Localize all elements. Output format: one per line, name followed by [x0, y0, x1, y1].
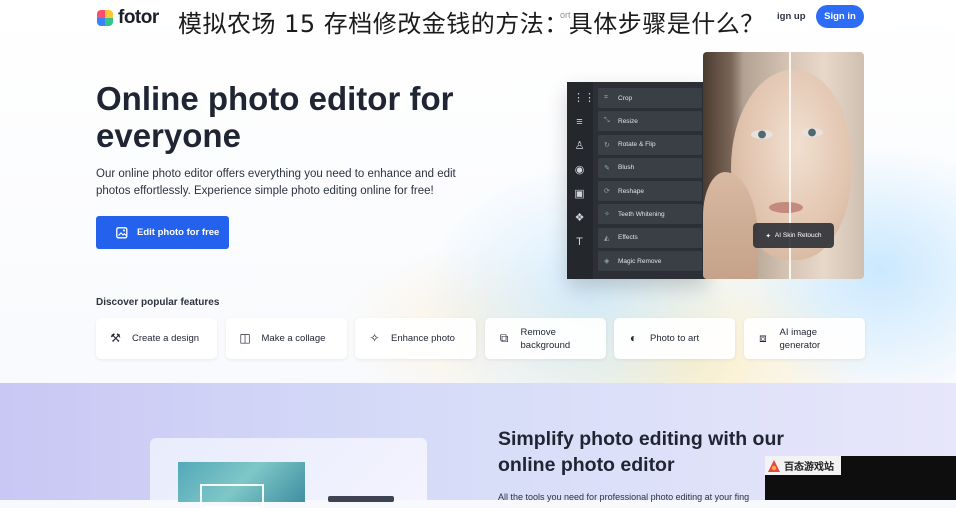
- feature-label: Create a design: [132, 333, 200, 344]
- editor-tool-column: ⋮⋮ ≡ ♙ ◉ ▣ ❖ T: [567, 82, 595, 279]
- art-icon: ◐: [629, 331, 638, 345]
- feature-label: AI image generator: [779, 326, 821, 351]
- eraser-icon: ◈: [604, 258, 610, 266]
- feature-label: Photo to art: [650, 333, 700, 344]
- feature-label: Remove background: [520, 326, 571, 351]
- features-row: ⚒ Create a design ◫ Make a collage ✧ Enh…: [96, 318, 865, 359]
- sparkle-icon: ✧: [604, 211, 610, 219]
- feature-label: Enhance photo: [391, 333, 455, 344]
- feature-photo-to-art[interactable]: ◐ Photo to art: [614, 318, 735, 359]
- remove-bg-icon: ⧉: [499, 331, 509, 345]
- retouch-label: AI Skin Retouch: [774, 232, 822, 239]
- eye-icon[interactable]: ◉: [573, 164, 586, 177]
- elements-icon[interactable]: ❖: [573, 212, 586, 225]
- edit-photo-button[interactable]: Edit photo for free: [96, 216, 229, 249]
- menu-item-teeth-whitening[interactable]: ✧ Teeth Whitening: [598, 204, 702, 225]
- menu-item-rotate-flip[interactable]: ↻ Rotate & Flip: [598, 134, 702, 155]
- logo-text: fotor: [118, 7, 159, 28]
- rotate-icon: ↻: [604, 141, 610, 149]
- crop-icon: ⌗: [604, 94, 608, 101]
- menu-item-label: Teeth Whitening: [618, 210, 665, 218]
- feature-ai-image-generator[interactable]: ⧈ AI image generator: [743, 318, 865, 359]
- feature-create-design[interactable]: ⚒ Create a design: [96, 318, 217, 359]
- text-icon[interactable]: T: [573, 236, 586, 249]
- adjust-icon[interactable]: ≡: [573, 116, 586, 129]
- lower-description: All the tools you need for professional …: [498, 492, 750, 502]
- beauty-icon[interactable]: ♙: [573, 140, 586, 153]
- hero-description: Our online photo editor offers everythin…: [96, 168, 456, 197]
- menu-item-crop[interactable]: ⌗ Crop: [598, 88, 702, 108]
- menu-item-blush[interactable]: ✎ Blush: [598, 157, 702, 178]
- watermark-logo-icon: [768, 459, 780, 472]
- blush-icon: ✎: [604, 164, 610, 172]
- watermark-badge: 百态游戏站: [765, 456, 841, 475]
- feature-make-collage[interactable]: ◫ Make a collage: [225, 318, 347, 359]
- fotor-logo[interactable]: fotor: [97, 7, 159, 29]
- ai-icon: ✦: [765, 232, 771, 240]
- menu-item-label: Magic Remove: [618, 257, 662, 265]
- lower-preview-image: [150, 438, 427, 508]
- feature-remove-background[interactable]: ⧉ Remove background: [484, 318, 606, 359]
- editor-panel: ⋮⋮ ≡ ♙ ◉ ▣ ❖ T ⌗ Crop ⤡ Resize ↻ Rotate & F…: [567, 82, 707, 279]
- magic-wand-icon: ⚒: [110, 331, 121, 345]
- fotor-logo-icon: [97, 10, 113, 26]
- menu-item-resize[interactable]: ⤡ Resize: [598, 111, 702, 132]
- enhance-icon: ✧: [369, 331, 380, 345]
- ai-skin-retouch-badge[interactable]: ✦ AI Skin Retouch: [753, 223, 834, 248]
- effects-icon: ◭: [604, 234, 610, 242]
- menu-item-label: Reshape: [618, 187, 645, 195]
- menu-item-label: Resize: [618, 117, 638, 125]
- frame-icon[interactable]: ▣: [573, 188, 586, 201]
- overlay-title: 模拟农场 15 存档修改金钱的方法：具体步骤是什么？: [178, 10, 765, 38]
- cta-label: Edit photo for free: [137, 227, 220, 238]
- menu-item-label: Blush: [618, 164, 635, 172]
- collage-icon: ◫: [239, 331, 251, 345]
- menu-item-reshape[interactable]: ⟳ Reshape: [598, 181, 702, 202]
- menu-item-label: Rotate & Flip: [618, 141, 656, 149]
- hero-title: Online photo editor for everyone: [96, 80, 454, 154]
- watermark-text: 百态游戏站: [784, 462, 834, 473]
- ai-generator-icon: ⧈: [759, 331, 767, 345]
- sign-in-button[interactable]: Sign in: [816, 5, 864, 28]
- menu-item-magic-remove[interactable]: ◈ Magic Remove: [598, 251, 702, 272]
- features-heading: Discover popular features: [96, 297, 220, 308]
- menu-item-effects[interactable]: ◭ Effects: [598, 227, 702, 248]
- resize-icon: ⤡: [604, 117, 610, 125]
- sign-up-link[interactable]: ign up: [777, 11, 806, 22]
- image-edit-icon: [116, 226, 128, 238]
- editor-menu: ⌗ Crop ⤡ Resize ↻ Rotate & Flip ✎ Blush ⟳ Res…: [598, 88, 702, 274]
- feature-label: Make a collage: [261, 333, 326, 344]
- grid-icon[interactable]: ⋮⋮: [573, 92, 595, 105]
- feature-enhance-photo[interactable]: ✧ Enhance photo: [355, 318, 476, 359]
- menu-item-label: Effects: [618, 234, 638, 242]
- menu-item-label: Crop: [618, 94, 633, 102]
- reshape-icon: ⟳: [604, 188, 610, 196]
